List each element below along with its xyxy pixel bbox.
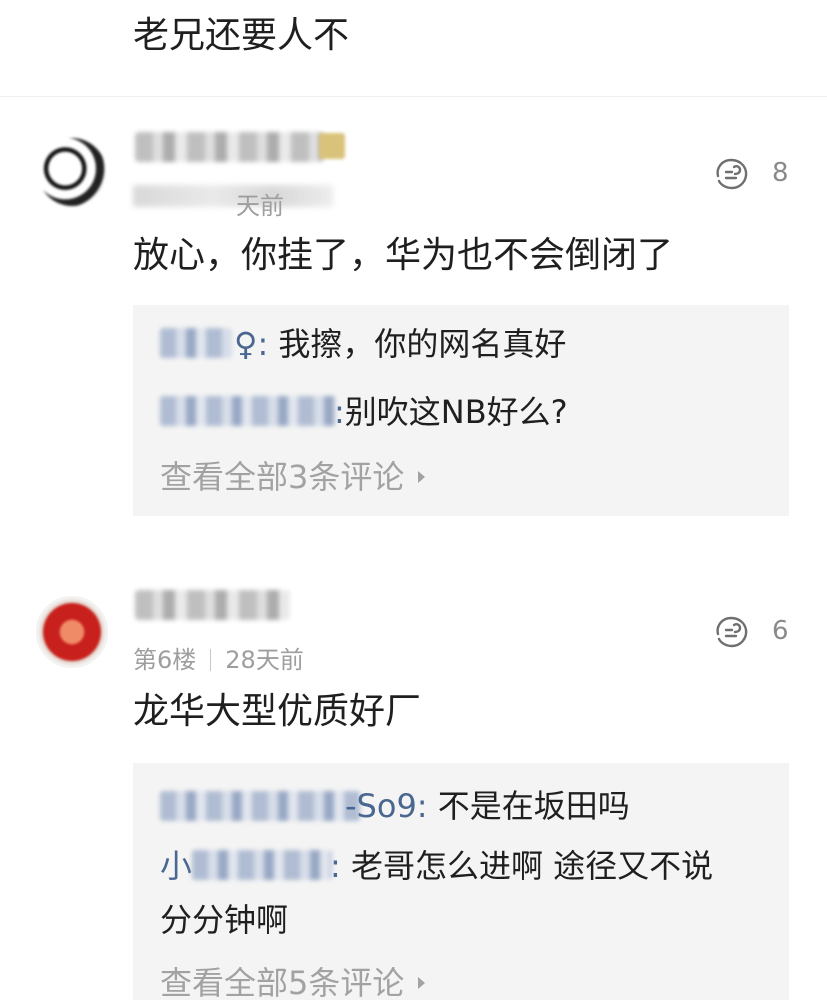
reply-username-suffix[interactable]: ♀: (234, 325, 268, 363)
comment-body-top: 老兄还要人不 (133, 15, 350, 56)
reply-username-blurred[interactable] (160, 328, 232, 358)
view-all-label: 查看全部5条评论 (160, 964, 405, 1002)
reply-text: 我擦，你的网名真好 (278, 325, 567, 363)
view-all-label: 查看全部3条评论 (160, 458, 405, 496)
floor-number: 第6楼 (133, 646, 197, 674)
reply-username-prefix[interactable]: 小 (160, 847, 192, 885)
reply-text: 不是在坂田吗 (437, 787, 630, 825)
username-blurred[interactable] (135, 132, 323, 162)
view-all-replies-link[interactable]: 查看全部3条评论 (160, 452, 426, 498)
avatar-border (36, 596, 108, 668)
reply-username-suffix[interactable]: : (334, 393, 345, 431)
comment-body: 放心，你挂了，华为也不会倒闭了 (133, 235, 674, 276)
reply-item: -So9: 不是在坂田吗 (345, 784, 630, 828)
chevron-right-icon (418, 977, 426, 989)
meta-divider (210, 649, 212, 671)
reply-text-continued: 分分钟啊 (160, 901, 289, 939)
divider (0, 96, 827, 97)
avatar[interactable] (38, 138, 106, 206)
reply-text: 老哥怎么进啊 途径又不说 (350, 847, 714, 885)
reply-username-suffix[interactable]: : (330, 847, 341, 885)
reply-item: : 老哥怎么进啊 途径又不说 (330, 844, 713, 888)
like-count: 6 (772, 616, 789, 646)
reply-item: 小 (160, 844, 192, 888)
reply-username-suffix[interactable]: -So9: (345, 787, 428, 825)
comment-time: 28天前 (225, 646, 304, 674)
thumbs-up-icon[interactable] (712, 154, 752, 194)
chevron-right-icon (418, 471, 426, 483)
thumbs-up-icon[interactable] (712, 612, 752, 652)
like-count: 8 (772, 158, 789, 188)
reply-text: 别吹这NB好么? (344, 393, 568, 431)
floor-blurred (133, 185, 333, 207)
comment-body: 龙华大型优质好厂 (133, 691, 422, 732)
reply-username-blurred[interactable] (160, 396, 336, 426)
user-badge-icon (319, 133, 345, 159)
view-all-replies-link[interactable]: 查看全部5条评论 (160, 958, 426, 1004)
comment-meta: 第6楼 28天前 (133, 640, 304, 675)
reply-username-blurred[interactable] (160, 791, 360, 821)
reply-username-blurred[interactable] (192, 850, 332, 880)
reply-item: ♀: 我擦，你的网名真好 (234, 322, 566, 366)
reply-item: :别吹这NB好么? (334, 390, 568, 434)
comment-time: 天前 (236, 192, 284, 220)
username-blurred[interactable] (135, 590, 290, 620)
